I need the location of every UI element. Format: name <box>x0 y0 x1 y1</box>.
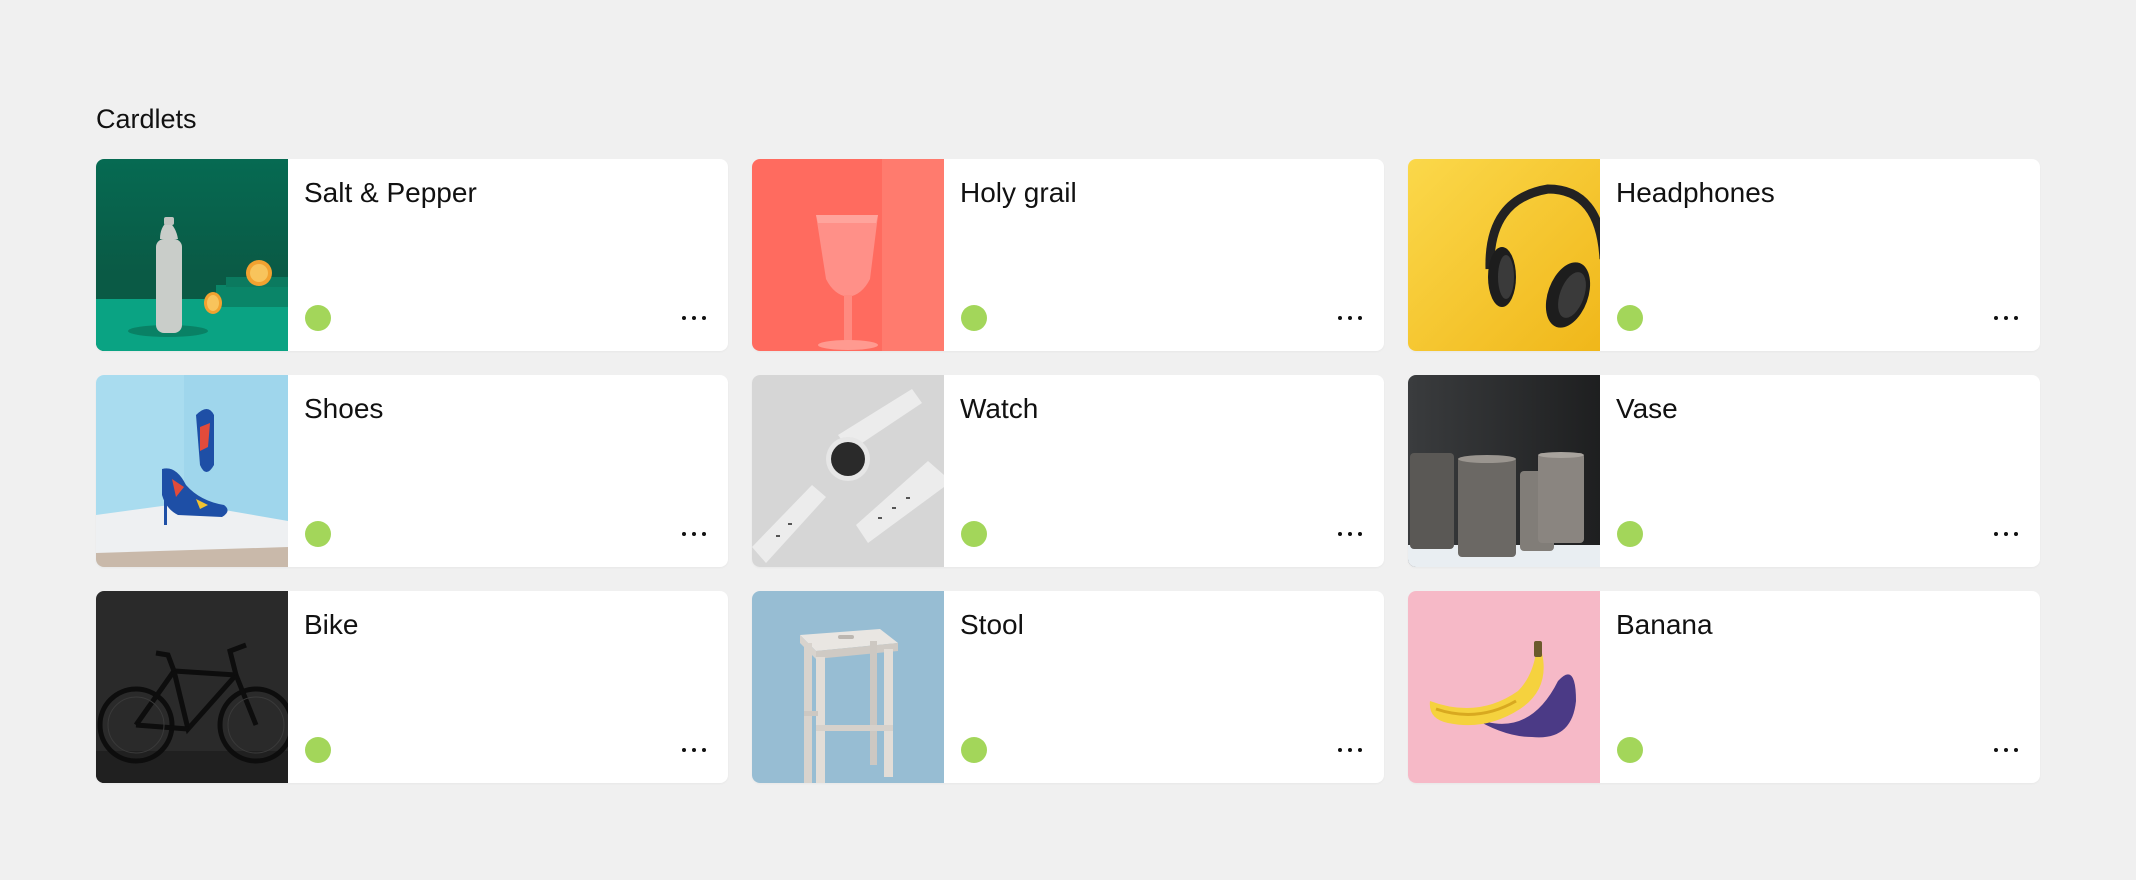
cardlet-body: Banana <box>1600 591 2040 783</box>
cardlet-title: Bike <box>304 609 359 640</box>
more-dot-icon <box>2014 316 2018 320</box>
cardlet-body: Shoes <box>288 375 728 567</box>
headphones-image <box>1408 159 1600 351</box>
status-dot <box>305 521 331 547</box>
more-dot-icon <box>702 748 706 752</box>
more-options-button[interactable] <box>674 301 714 335</box>
more-options-button[interactable] <box>1986 733 2026 767</box>
more-dot-icon <box>1348 316 1352 320</box>
status-dot <box>305 737 331 763</box>
cardlet-body: Stool <box>944 591 1384 783</box>
banana-image <box>1408 591 1600 783</box>
watch-image <box>752 375 944 567</box>
cardlet[interactable]: Headphones <box>1408 159 2040 351</box>
cardlet-body: Salt & Pepper <box>288 159 728 351</box>
cardlet-body: Watch <box>944 375 1384 567</box>
status-dot <box>1617 305 1643 331</box>
more-dot-icon <box>1348 748 1352 752</box>
cardlet[interactable]: Banana <box>1408 591 2040 783</box>
cardlets-section: Cardlets Salt & Pepper Holy grail Headph… <box>96 100 2040 783</box>
cardlet-title: Watch <box>960 393 1039 424</box>
cardlet[interactable]: Stool <box>752 591 1384 783</box>
cardlet-body: Bike <box>288 591 728 783</box>
cardlet[interactable]: Vase <box>1408 375 2040 567</box>
more-dot-icon <box>692 748 696 752</box>
vase-image <box>1408 375 1600 567</box>
cardlet-title: Vase <box>1616 393 1678 424</box>
status-dot <box>961 521 987 547</box>
more-dot-icon <box>1358 748 1362 752</box>
more-options-button[interactable] <box>1330 301 1370 335</box>
cardlet-title: Headphones <box>1616 177 1775 208</box>
more-dot-icon <box>702 316 706 320</box>
more-dot-icon <box>682 316 686 320</box>
cardlet[interactable]: Watch <box>752 375 1384 567</box>
more-dot-icon <box>1994 748 1998 752</box>
more-dot-icon <box>682 532 686 536</box>
more-dot-icon <box>2004 316 2008 320</box>
stool-image <box>752 591 944 783</box>
cardlet-body: Headphones <box>1600 159 2040 351</box>
more-options-button[interactable] <box>1330 733 1370 767</box>
status-dot <box>961 737 987 763</box>
more-dot-icon <box>1338 316 1342 320</box>
more-dot-icon <box>1338 748 1342 752</box>
bike-image <box>96 591 288 783</box>
cardlet-title: Shoes <box>304 393 384 424</box>
more-dot-icon <box>1994 532 1998 536</box>
cardlet-title: Salt & Pepper <box>304 177 477 208</box>
cardlet-title: Banana <box>1616 609 1713 640</box>
more-options-button[interactable] <box>674 517 714 551</box>
cardlet[interactable]: Bike <box>96 591 728 783</box>
more-dot-icon <box>692 532 696 536</box>
cardlet-body: Holy grail <box>944 159 1384 351</box>
cardlet-title: Holy grail <box>960 177 1077 208</box>
salt-pepper-image <box>96 159 288 351</box>
more-options-button[interactable] <box>1986 517 2026 551</box>
cardlet-body: Vase <box>1600 375 2040 567</box>
status-dot <box>305 305 331 331</box>
more-dot-icon <box>1994 316 1998 320</box>
more-options-button[interactable] <box>1330 517 1370 551</box>
more-dot-icon <box>2014 532 2018 536</box>
more-dot-icon <box>2004 532 2008 536</box>
cardlet[interactable]: Salt & Pepper <box>96 159 728 351</box>
more-options-button[interactable] <box>674 733 714 767</box>
shoes-image <box>96 375 288 567</box>
more-dot-icon <box>2004 748 2008 752</box>
more-options-button[interactable] <box>1986 301 2026 335</box>
more-dot-icon <box>1348 532 1352 536</box>
more-dot-icon <box>1358 316 1362 320</box>
more-dot-icon <box>692 316 696 320</box>
status-dot <box>1617 737 1643 763</box>
holy-grail-image <box>752 159 944 351</box>
cardlet-grid: Salt & Pepper Holy grail Headphones Shoe… <box>96 159 2040 783</box>
more-dot-icon <box>1358 532 1362 536</box>
cardlet[interactable]: Holy grail <box>752 159 1384 351</box>
more-dot-icon <box>682 748 686 752</box>
status-dot <box>961 305 987 331</box>
more-dot-icon <box>702 532 706 536</box>
more-dot-icon <box>2014 748 2018 752</box>
status-dot <box>1617 521 1643 547</box>
cardlet[interactable]: Shoes <box>96 375 728 567</box>
section-title: Cardlets <box>96 104 197 134</box>
more-dot-icon <box>1338 532 1342 536</box>
cardlet-title: Stool <box>960 609 1024 640</box>
